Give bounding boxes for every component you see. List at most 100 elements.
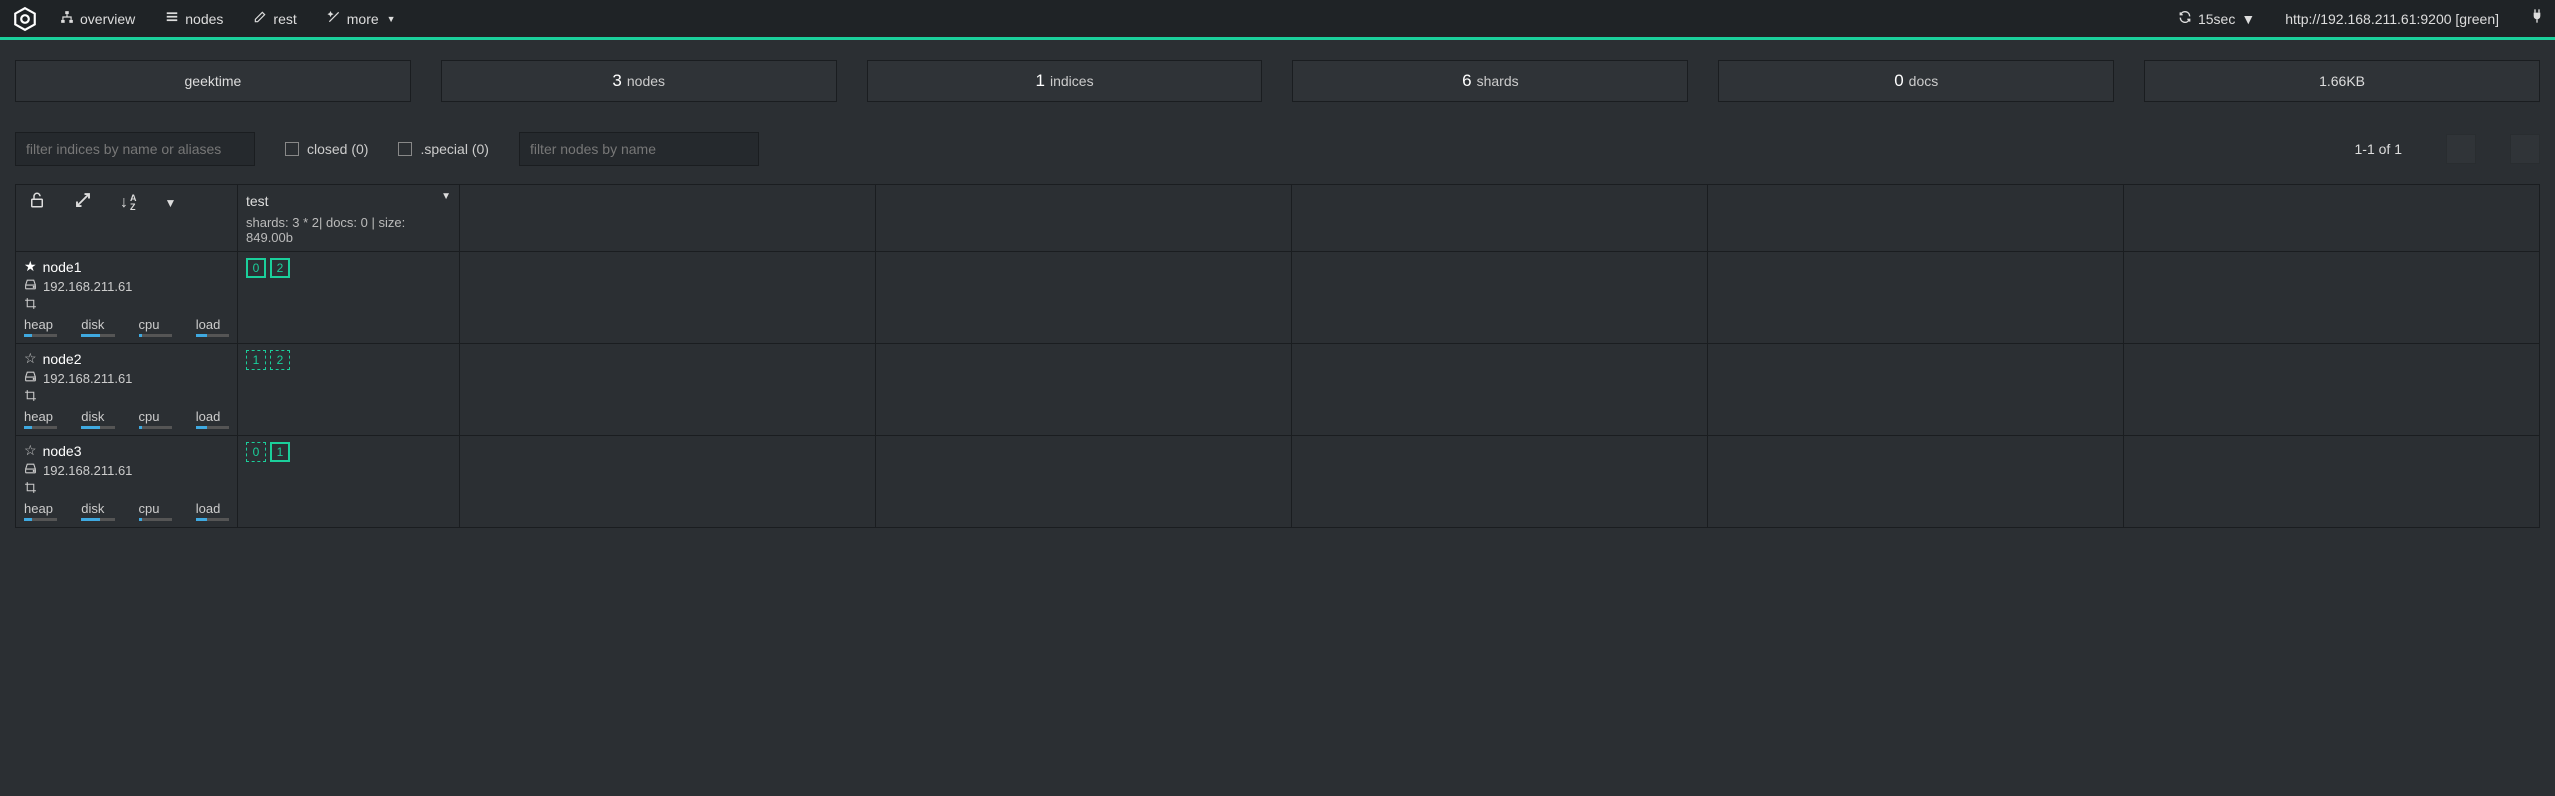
index-detail: shards: 3 * 2| docs: 0 | size: 849.00b (246, 215, 451, 245)
empty-cell (2124, 344, 2540, 436)
topbar: overview nodes rest more ▼ 15sec (0, 0, 2555, 40)
meter-disk: disk (81, 501, 114, 521)
nav-overview[interactable]: overview (60, 10, 135, 27)
empty-cell (2124, 252, 2540, 344)
index-menu-icon[interactable]: ▼ (441, 191, 451, 202)
empty-cell (876, 252, 1292, 344)
filter-dropdown-icon[interactable]: ▼ (165, 196, 177, 210)
stat-indices-label: indices (1050, 73, 1094, 89)
shard-box[interactable]: 1 (246, 350, 266, 370)
hdd-icon (24, 278, 37, 294)
empty-cell (1708, 252, 2124, 344)
node-host: 192.168.211.61 (43, 463, 132, 478)
meter-disk: disk (81, 409, 114, 429)
host-url[interactable]: http://192.168.211.61:9200 [green] (2285, 11, 2499, 27)
nav-nodes[interactable]: nodes (165, 10, 223, 27)
meter-heap: heap (24, 409, 57, 429)
stat-docs-num: 0 (1894, 71, 1903, 91)
stat-docs[interactable]: 0 docs (1718, 60, 2114, 102)
sitemap-icon (60, 10, 74, 27)
meter-load: load (196, 409, 229, 429)
star-icon[interactable]: ★ (24, 258, 37, 275)
shard-box[interactable]: 0 (246, 442, 266, 462)
checkbox-icon (398, 142, 412, 156)
filter-nodes-input[interactable] (519, 132, 759, 166)
hdd-icon (24, 462, 37, 478)
node-cell: ☆ node2 192.168.211.61 heap disk cpu load (16, 344, 238, 436)
stat-row: geektime 3 nodes 1 indices 6 shards 0 do… (15, 60, 2540, 102)
nav-overview-label: overview (80, 11, 135, 27)
caret-down-icon: ▼ (387, 14, 396, 24)
stat-nodes[interactable]: 3 nodes (441, 60, 837, 102)
index-name[interactable]: test (246, 191, 451, 209)
special-checkbox[interactable]: .special (0) (398, 141, 488, 157)
node-cell: ★node1192.168.211.61heapdiskcpuload (16, 252, 238, 344)
node-name[interactable]: node3 (43, 443, 82, 459)
refresh-interval[interactable]: 15sec ▼ (2178, 10, 2255, 27)
meter-heap: heap (24, 317, 57, 337)
cluster-grid: ↓ AZ ▼ test shards: 3 * 2| docs: 0 | siz… (15, 184, 2540, 528)
filter-indices-input[interactable] (15, 132, 255, 166)
shard-cell: 02 (238, 252, 460, 344)
shard-cell: 12 (238, 344, 460, 436)
pager-next-button[interactable] (2510, 134, 2540, 164)
crop-icon (24, 298, 37, 313)
plug-icon[interactable] (2529, 8, 2545, 29)
topbar-right: 15sec ▼ http://192.168.211.61:9200 [gree… (2178, 8, 2545, 29)
nav: overview nodes rest more ▼ (60, 10, 396, 27)
unlock-icon[interactable] (28, 191, 46, 214)
star-icon[interactable]: ☆ (24, 350, 37, 367)
stat-size[interactable]: 1.66KB (2144, 60, 2540, 102)
edit-icon (253, 10, 267, 27)
crop-icon (24, 390, 37, 405)
refresh-label: 15sec (2198, 11, 2235, 27)
node-name[interactable]: node1 (43, 259, 82, 275)
checkbox-icon (285, 142, 299, 156)
app-logo[interactable] (10, 4, 40, 34)
stat-cluster-name[interactable]: geektime (15, 60, 411, 102)
empty-cell (1292, 344, 1708, 436)
star-icon[interactable]: ☆ (24, 442, 37, 459)
pager-prev-button[interactable] (2446, 134, 2476, 164)
shard-box[interactable]: 1 (270, 442, 290, 462)
meter-cpu: cpu (139, 317, 172, 337)
empty-cell (1292, 436, 1708, 528)
stat-shards-label: shards (1477, 73, 1519, 89)
nav-more-label: more (347, 11, 379, 27)
index-header: test shards: 3 * 2| docs: 0 | size: 849.… (238, 185, 460, 252)
empty-header (1292, 185, 1708, 252)
node-name[interactable]: node2 (43, 351, 82, 367)
table-row: ☆node3192.168.211.61heapdiskcpuload01 (16, 436, 2540, 528)
table-row: ☆ node2 192.168.211.61 heap disk cpu load 12 (16, 344, 2540, 436)
closed-checkbox[interactable]: closed (0) (285, 141, 368, 157)
shard-box[interactable]: 2 (270, 258, 290, 278)
node-cell: ☆node3192.168.211.61heapdiskcpuload (16, 436, 238, 528)
empty-cell (1708, 436, 2124, 528)
empty-cell (1292, 252, 1708, 344)
stat-indices-num: 1 (1036, 71, 1045, 91)
meter-cpu: cpu (139, 409, 172, 429)
shard-box[interactable]: 0 (246, 258, 266, 278)
node-host: 192.168.211.61 (43, 371, 132, 386)
nav-nodes-label: nodes (185, 11, 223, 27)
sort-az-icon[interactable]: ↓ AZ (120, 194, 137, 212)
expand-icon[interactable] (74, 191, 92, 214)
empty-header (460, 185, 876, 252)
empty-header (2124, 185, 2540, 252)
table-row: ★node1192.168.211.61heapdiskcpuload02 (16, 252, 2540, 344)
stat-shards[interactable]: 6 shards (1292, 60, 1688, 102)
nav-rest-label: rest (273, 11, 296, 27)
empty-cell (876, 344, 1292, 436)
empty-cell (1708, 344, 2124, 436)
empty-cell (2124, 436, 2540, 528)
empty-cell (460, 252, 876, 344)
nav-rest[interactable]: rest (253, 10, 296, 27)
meter-load: load (196, 501, 229, 521)
shard-box[interactable]: 2 (270, 350, 290, 370)
nav-more[interactable]: more ▼ (327, 10, 396, 27)
grid-header-row: ↓ AZ ▼ test shards: 3 * 2| docs: 0 | siz… (16, 185, 2540, 252)
shard-cell: 01 (238, 436, 460, 528)
stat-nodes-label: nodes (627, 73, 665, 89)
empty-cell (876, 436, 1292, 528)
stat-indices[interactable]: 1 indices (867, 60, 1263, 102)
